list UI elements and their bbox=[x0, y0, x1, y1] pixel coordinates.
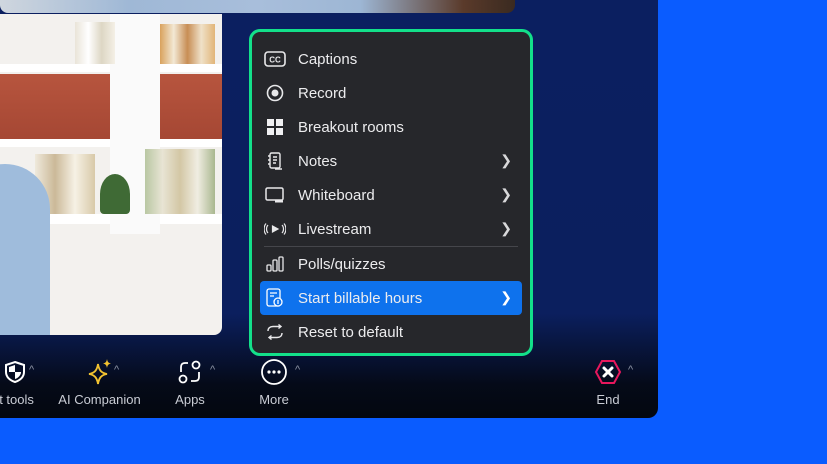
ai-companion-sparkle-icon bbox=[86, 356, 114, 388]
host-tools-button[interactable]: Host tools bbox=[0, 356, 50, 407]
more-ellipsis-icon bbox=[260, 356, 288, 388]
menu-item-notes[interactable]: Notes ❯ bbox=[260, 144, 522, 178]
chevron-right-icon: ❯ bbox=[500, 152, 512, 168]
chevron-right-icon: ❯ bbox=[500, 289, 512, 305]
participant-video-left bbox=[0, 14, 222, 335]
more-menu: CC Captions Record Breakout rooms Notes … bbox=[249, 29, 533, 356]
menu-item-polls-quizzes[interactable]: Polls/quizzes bbox=[260, 247, 522, 281]
menu-item-breakout-rooms[interactable]: Breakout rooms bbox=[260, 110, 522, 144]
end-meeting-button[interactable]: End bbox=[583, 356, 633, 407]
menu-item-reset-to-default[interactable]: Reset to default bbox=[260, 315, 522, 349]
more-caret[interactable]: ^ bbox=[295, 364, 300, 376]
ai-companion-caret[interactable]: ^ bbox=[114, 364, 119, 376]
billable-hours-icon bbox=[264, 288, 286, 308]
menu-item-captions[interactable]: CC Captions bbox=[260, 42, 522, 76]
whiteboard-icon bbox=[264, 185, 286, 205]
record-icon bbox=[264, 83, 286, 103]
end-caret[interactable]: ^ bbox=[628, 364, 633, 376]
menu-item-start-billable-hours[interactable]: Start billable hours ❯ bbox=[260, 281, 522, 315]
menu-item-whiteboard[interactable]: Whiteboard ❯ bbox=[260, 178, 522, 212]
breakout-rooms-icon bbox=[264, 117, 286, 137]
captions-icon: CC bbox=[264, 49, 286, 69]
chevron-right-icon: ❯ bbox=[500, 186, 512, 202]
apps-button[interactable]: Apps bbox=[165, 356, 215, 407]
apps-icon bbox=[177, 356, 203, 388]
ai-companion-button[interactable]: AI Companion bbox=[52, 356, 147, 407]
participant-video-top bbox=[0, 0, 515, 13]
more-button[interactable]: More bbox=[249, 356, 299, 407]
svg-text:CC: CC bbox=[269, 56, 281, 65]
apps-caret[interactable]: ^ bbox=[210, 364, 215, 376]
menu-item-record[interactable]: Record bbox=[260, 76, 522, 110]
chevron-right-icon: ❯ bbox=[500, 220, 512, 236]
host-tools-caret[interactable]: ^ bbox=[29, 364, 34, 376]
notes-icon bbox=[264, 151, 286, 171]
polls-icon bbox=[264, 254, 286, 274]
end-hexagon-icon bbox=[594, 356, 622, 388]
menu-item-livestream[interactable]: Livestream ❯ bbox=[260, 212, 522, 246]
reset-icon bbox=[264, 322, 286, 342]
livestream-icon bbox=[264, 219, 286, 239]
shield-icon bbox=[4, 356, 26, 388]
